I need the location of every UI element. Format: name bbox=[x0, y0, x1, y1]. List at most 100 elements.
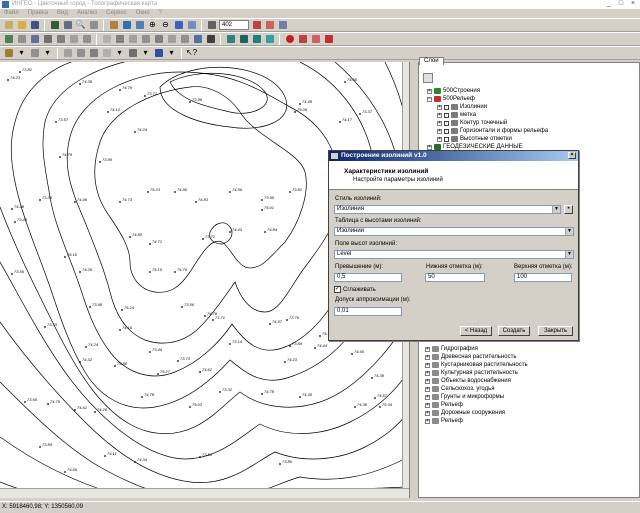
expand-toggle-icon[interactable]: + bbox=[437, 104, 442, 110]
merge-icon[interactable] bbox=[127, 34, 138, 45]
text-icon[interactable] bbox=[81, 34, 92, 45]
layer-visibility-checkbox[interactable] bbox=[444, 136, 449, 142]
menu-analysis[interactable]: Анализ bbox=[77, 9, 97, 18]
back-button[interactable]: < Назад bbox=[460, 326, 492, 336]
table-icon[interactable] bbox=[192, 34, 203, 45]
style-select[interactable]: Изолиния ▼ bbox=[334, 205, 561, 214]
close-window-button[interactable]: × bbox=[628, 0, 638, 8]
snap-icon[interactable] bbox=[101, 34, 112, 45]
layer-tree-item[interactable]: + Рельеф bbox=[425, 401, 463, 409]
select-icon[interactable] bbox=[88, 20, 99, 31]
legend-dropdown-icon[interactable]: ▾ bbox=[16, 48, 27, 59]
color-icon[interactable] bbox=[88, 48, 99, 59]
move-icon[interactable] bbox=[140, 34, 151, 45]
layer-tree-item[interactable]: + Сельскохоз. угодья bbox=[425, 385, 494, 393]
zoom-out-icon[interactable]: ⊖ bbox=[160, 20, 171, 31]
style-browse-button[interactable]: • bbox=[564, 205, 573, 214]
layer-visibility-checkbox[interactable] bbox=[444, 104, 449, 110]
menu-window[interactable]: Окно bbox=[136, 9, 150, 18]
stop-icon[interactable] bbox=[284, 34, 295, 45]
point-icon[interactable] bbox=[68, 34, 79, 45]
copy-icon[interactable] bbox=[153, 34, 164, 45]
expand-toggle-icon[interactable]: + bbox=[425, 354, 430, 360]
expand-toggle-icon[interactable]: + bbox=[437, 136, 442, 142]
dialog-close-icon[interactable]: × bbox=[568, 152, 576, 159]
help-pointer-icon[interactable]: ↖? bbox=[186, 48, 197, 59]
layer-tree-item[interactable]: + Изолинии bbox=[437, 103, 487, 111]
font-icon[interactable] bbox=[127, 48, 138, 59]
display-icon[interactable] bbox=[153, 48, 164, 59]
layer-tree-item[interactable]: + Горизонтали и формы рельефа bbox=[437, 127, 548, 135]
chevron-down-icon[interactable]: ▼ bbox=[565, 251, 573, 258]
layer-visibility-checkbox[interactable] bbox=[444, 112, 449, 118]
minimize-button[interactable]: _ bbox=[604, 0, 614, 8]
layer-visibility-checkbox[interactable] bbox=[444, 128, 449, 134]
split-icon[interactable] bbox=[114, 34, 125, 45]
layer-tree-item[interactable]: + Объекты водоснабжения bbox=[425, 377, 511, 385]
layer-tree-item[interactable]: + Древесная растительность bbox=[425, 353, 517, 361]
layer-edit-icon[interactable] bbox=[238, 34, 249, 45]
map-horizontal-scrollbar[interactable] bbox=[0, 488, 409, 498]
zoom-extent-icon[interactable] bbox=[173, 20, 184, 31]
tolerance-input[interactable]: 0,01 bbox=[334, 307, 402, 316]
layer-tree-item[interactable]: +500Строения bbox=[427, 87, 480, 95]
expand-toggle-icon[interactable]: + bbox=[425, 362, 430, 368]
low-input[interactable]: 50 bbox=[425, 273, 485, 282]
layer-tree-item[interactable]: + Дорожные сооружения bbox=[425, 409, 505, 417]
display-dropdown-icon[interactable]: ▾ bbox=[166, 48, 177, 59]
font-dropdown-icon[interactable]: ▾ bbox=[140, 48, 151, 59]
expand-toggle-icon[interactable]: + bbox=[425, 378, 430, 384]
delete-icon[interactable] bbox=[297, 34, 308, 45]
tab-layers[interactable]: Слои bbox=[419, 57, 444, 65]
expand-toggle-icon[interactable]: + bbox=[437, 120, 442, 126]
dialog-title-bar[interactable]: Построение изолиний v1.0 × bbox=[329, 151, 578, 161]
info-icon[interactable] bbox=[277, 20, 288, 31]
expand-toggle-icon[interactable]: − bbox=[427, 96, 432, 102]
layer-add-icon[interactable] bbox=[225, 34, 236, 45]
scale-icon[interactable] bbox=[206, 20, 217, 31]
hatch-icon[interactable] bbox=[62, 48, 73, 59]
layer-tree-item[interactable]: + Кустарниковая растительность bbox=[425, 361, 528, 369]
field-select[interactable]: Level ▼ bbox=[334, 250, 574, 259]
high-input[interactable]: 100 bbox=[514, 273, 572, 282]
close-button[interactable]: Закрыть bbox=[538, 326, 573, 336]
expand-toggle-icon[interactable]: + bbox=[425, 386, 430, 392]
layer-tree-item[interactable]: + Высотные отметки bbox=[437, 135, 512, 143]
layer-tree-item[interactable]: + метка bbox=[437, 111, 476, 119]
rotate-icon[interactable] bbox=[134, 20, 145, 31]
smooth-checkbox[interactable]: ✓ bbox=[334, 286, 341, 293]
expand-toggle-icon[interactable]: + bbox=[425, 410, 430, 416]
draw-icon[interactable] bbox=[29, 34, 40, 45]
table-select[interactable]: Изолинии ▼ bbox=[334, 227, 574, 236]
expand-toggle-icon[interactable]: + bbox=[425, 370, 430, 376]
layer-tree-item[interactable]: + Контур точечный bbox=[437, 119, 507, 127]
layer-tree-item[interactable]: + Гидрография bbox=[425, 345, 478, 353]
menu-view[interactable]: Вид bbox=[57, 9, 68, 18]
layer-tree-item[interactable]: − 500Рельеф bbox=[427, 95, 475, 103]
new-icon[interactable] bbox=[3, 20, 14, 31]
expand-toggle-icon[interactable]: + bbox=[437, 112, 442, 118]
undo-icon[interactable] bbox=[49, 20, 60, 31]
layer-move-icon[interactable] bbox=[251, 34, 262, 45]
expand-toggle-icon[interactable]: + bbox=[425, 402, 430, 408]
zoom-window-icon[interactable] bbox=[186, 20, 197, 31]
measure-icon[interactable] bbox=[264, 20, 275, 31]
ruler-icon[interactable] bbox=[251, 20, 262, 31]
scale-input[interactable]: 402 bbox=[219, 20, 249, 30]
layer-tree-item[interactable]: + Культурная растительность bbox=[425, 369, 518, 377]
clear-icon[interactable] bbox=[310, 34, 321, 45]
expand-toggle-icon[interactable]: + bbox=[425, 346, 430, 352]
layer-export-icon[interactable] bbox=[264, 34, 275, 45]
expand-toggle-icon[interactable]: + bbox=[427, 144, 432, 150]
cut-icon[interactable] bbox=[62, 20, 73, 31]
refresh-icon[interactable] bbox=[121, 20, 132, 31]
expand-toggle-icon[interactable]: + bbox=[427, 88, 432, 94]
scissors-icon[interactable] bbox=[323, 34, 334, 45]
paste-icon[interactable] bbox=[166, 34, 177, 45]
chevron-down-icon[interactable]: ▼ bbox=[565, 228, 573, 235]
expand-toggle-icon[interactable]: + bbox=[425, 418, 430, 424]
expand-toggle-icon[interactable]: + bbox=[425, 394, 430, 400]
fill-icon[interactable] bbox=[101, 48, 112, 59]
edit-icon[interactable] bbox=[3, 34, 14, 45]
menu-service[interactable]: Сервис bbox=[106, 9, 127, 18]
